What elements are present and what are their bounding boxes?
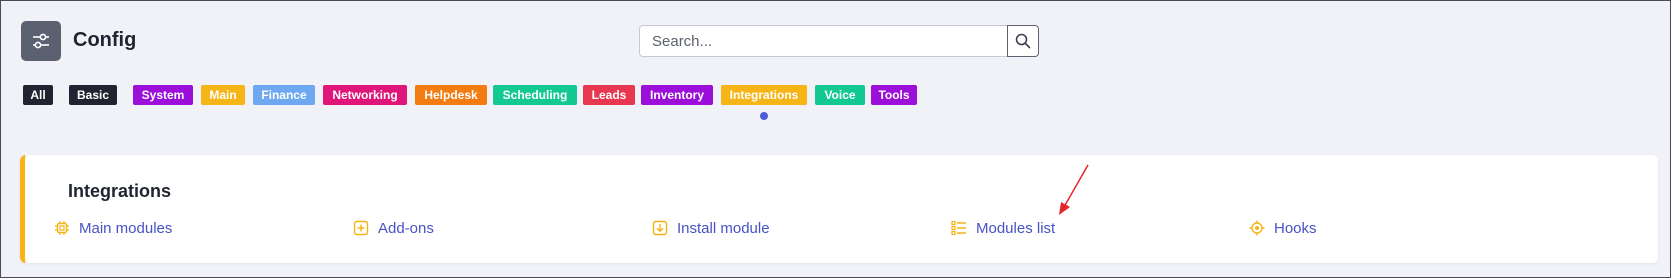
config-page: Config All Basic System Main Finance Net… bbox=[0, 0, 1671, 278]
tag-tools[interactable]: Tools bbox=[871, 85, 917, 105]
link-label: Install module bbox=[677, 219, 770, 237]
tag-leads[interactable]: Leads bbox=[583, 85, 635, 105]
tag-scheduling[interactable]: Scheduling bbox=[493, 85, 577, 105]
tag-helpdesk[interactable]: Helpdesk bbox=[415, 85, 487, 105]
tag-voice[interactable]: Voice bbox=[815, 85, 865, 105]
tag-basic[interactable]: Basic bbox=[69, 85, 117, 105]
link-label: Add-ons bbox=[378, 219, 434, 237]
active-tag-indicator bbox=[760, 112, 768, 120]
link-hooks[interactable]: Hooks bbox=[1248, 217, 1317, 239]
annotation-arrow-icon bbox=[1059, 164, 1089, 215]
search-bar bbox=[639, 25, 1039, 57]
search-input[interactable] bbox=[639, 25, 1007, 57]
plus-square-icon bbox=[352, 219, 370, 237]
tag-finance[interactable]: Finance bbox=[253, 85, 315, 105]
search-icon bbox=[1015, 33, 1031, 49]
page-title: Config bbox=[73, 29, 137, 51]
tag-inventory[interactable]: Inventory bbox=[641, 85, 713, 105]
tag-all[interactable]: All bbox=[23, 85, 53, 105]
tag-system[interactable]: System bbox=[133, 85, 193, 105]
list-icon bbox=[950, 219, 968, 237]
section-title: Integrations bbox=[68, 181, 172, 201]
link-install-module[interactable]: Install module bbox=[651, 217, 770, 239]
tag-networking[interactable]: Networking bbox=[323, 85, 407, 105]
target-icon bbox=[1248, 219, 1266, 237]
tag-main[interactable]: Main bbox=[201, 85, 245, 105]
integrations-card: Integrations Main modules Add-ons Instal… bbox=[20, 155, 1658, 263]
link-label: Hooks bbox=[1274, 219, 1317, 237]
link-label: Modules list bbox=[976, 219, 1056, 237]
link-main-modules[interactable]: Main modules bbox=[53, 217, 172, 239]
link-add-ons[interactable]: Add-ons bbox=[352, 217, 434, 239]
search-button[interactable] bbox=[1007, 25, 1039, 57]
link-label: Main modules bbox=[79, 219, 173, 237]
download-square-icon bbox=[651, 219, 669, 237]
tag-integrations[interactable]: Integrations bbox=[721, 85, 807, 105]
link-modules-list[interactable]: Modules list bbox=[950, 217, 1055, 239]
chip-icon bbox=[53, 219, 71, 237]
sliders-icon bbox=[21, 21, 61, 61]
